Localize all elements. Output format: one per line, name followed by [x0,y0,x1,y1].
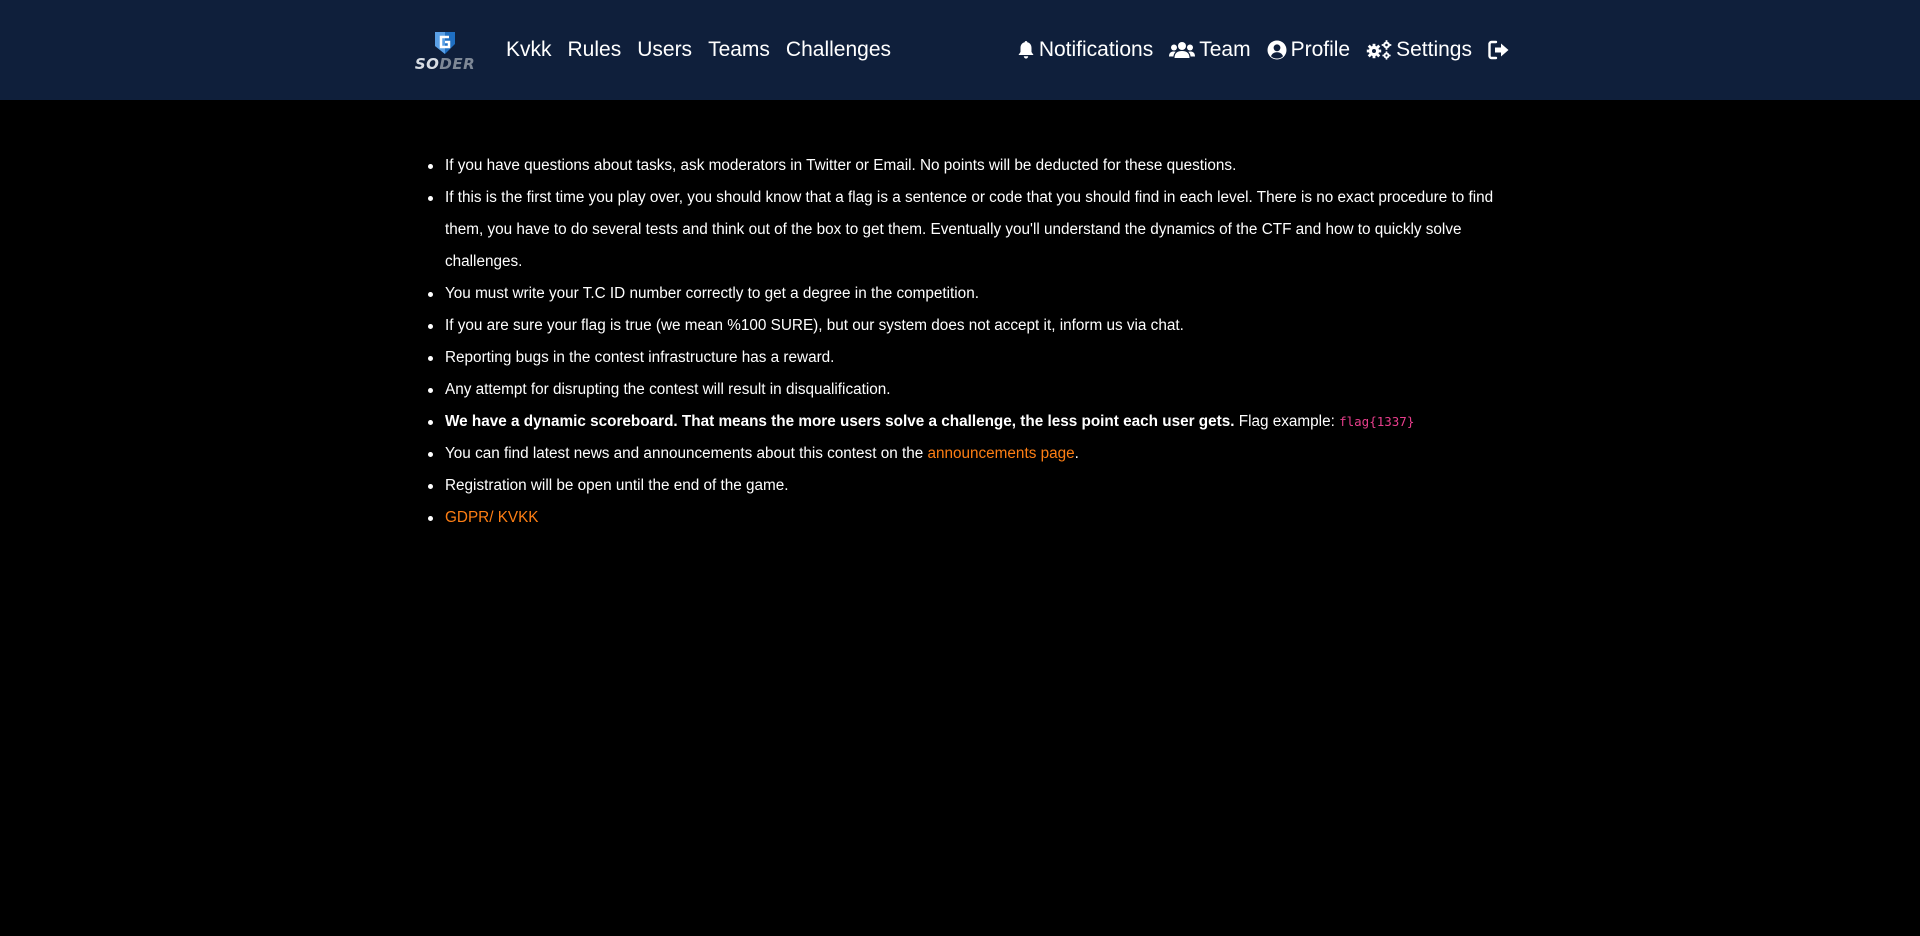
nav-label-settings: Settings [1396,38,1472,61]
nav-label-notifications: Notifications [1038,38,1154,61]
logout-button[interactable] [1488,40,1514,60]
nav-link-challenges[interactable]: Challenges [786,38,891,62]
rule-item-disqualification: Any attempt for disrupting the contest w… [428,374,1520,406]
rules-content: If you have questions about tasks, ask m… [410,100,1520,534]
announcements-text: You can find latest news and announcemen… [445,445,928,462]
soder-logo[interactable]: SODER [410,28,480,74]
nav-link-notifications[interactable]: Notifications [1017,38,1153,62]
nav-left-menu: Kvkk Rules Users Teams Challenges [506,38,907,62]
nav-link-profile[interactable]: Profile [1267,38,1351,62]
logo-shield-icon [435,32,455,54]
nav-link-settings[interactable]: Settings [1366,38,1472,62]
rule-item-announcements: You can find latest news and announcemen… [428,438,1520,470]
gdpr-kvkk-link[interactable]: GDPR/ KVKK [445,509,539,526]
users-icon [1169,42,1196,58]
rule-item-bug-reward: Reporting bugs in the contest infrastruc… [428,342,1520,374]
rule-item-dynamic-scoreboard: We have a dynamic scoreboard. That means… [428,406,1520,438]
nav-right-menu: Notifications Team Profile Settings [1017,38,1526,62]
navbar-container: SODER Kvkk Rules Users Teams Challenges … [410,0,1520,100]
rules-list: If you have questions about tasks, ask m… [410,150,1520,534]
announcements-period: . [1074,445,1079,462]
flag-example-label: Flag example: [1234,413,1340,430]
rule-item-flag-not-accepted: If you are sure your flag is true (we me… [428,310,1520,342]
top-navbar: SODER Kvkk Rules Users Teams Challenges … [0,0,1920,100]
logout-icon [1488,40,1509,60]
rule-item-gdpr: GDPR/ KVKK [428,502,1520,534]
rule-item-questions: If you have questions about tasks, ask m… [428,150,1520,182]
user-circle-icon [1267,40,1287,60]
bell-icon [1018,41,1034,59]
nav-link-team[interactable]: Team [1169,38,1251,62]
announcements-page-link[interactable]: announcements page [927,445,1074,462]
flag-example-code: flag{1337} [1339,414,1415,429]
nav-label-team: Team [1199,38,1251,61]
rule-item-registration: Registration will be open until the end … [428,470,1520,502]
gears-icon [1366,40,1392,60]
logo-wordmark: SODER [414,55,476,73]
nav-link-rules[interactable]: Rules [568,38,622,62]
nav-link-teams[interactable]: Teams [708,38,770,62]
rule-item-first-time: If this is the first time you play over,… [428,182,1520,278]
nav-link-kvkk[interactable]: Kvkk [506,38,552,62]
nav-link-users[interactable]: Users [637,38,692,62]
nav-label-profile: Profile [1290,38,1351,61]
rule-item-tc-id: You must write your T.C ID number correc… [428,278,1520,310]
dynamic-scoreboard-text: We have a dynamic scoreboard. That means… [445,413,1235,430]
